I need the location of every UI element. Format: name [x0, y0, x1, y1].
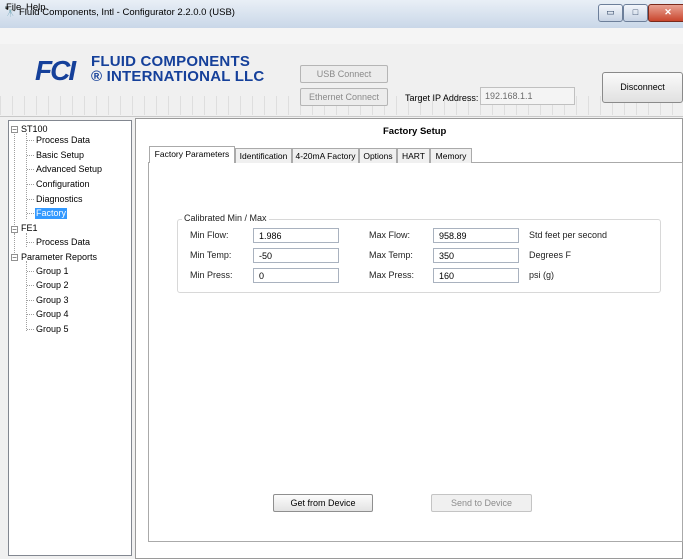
min-temp-label: Min Temp: [190, 250, 232, 260]
max-press-input[interactable] [433, 268, 519, 283]
temp-unit-label: Degrees F [529, 250, 572, 260]
tree-item-group-3[interactable]: Group 3 [36, 295, 69, 306]
tree-item-fe1[interactable]: FE1 [21, 223, 38, 234]
tree-connector [27, 169, 34, 170]
usb-connect-button[interactable]: USB Connect [300, 65, 388, 83]
tree-item-factory[interactable]: Factory [35, 208, 68, 219]
press-unit-label: psi (g) [529, 270, 555, 280]
tree-connector [27, 140, 34, 141]
max-temp-input[interactable] [433, 248, 519, 263]
tree-connector [27, 329, 34, 330]
tree-item-process-data[interactable]: Process Data [36, 135, 90, 146]
get-from-device-button[interactable]: Get from Device [273, 494, 373, 512]
target-ip-label: Target IP Address: [405, 93, 479, 103]
tree-connector [27, 184, 34, 185]
maximize-button[interactable]: □ [623, 4, 648, 22]
tab-hart[interactable]: HART [397, 148, 430, 163]
max-temp-label: Max Temp: [369, 250, 413, 260]
max-flow-label: Max Flow: [369, 230, 411, 240]
minimize-button[interactable]: ▭ [598, 4, 623, 22]
tree-connector [27, 155, 34, 156]
panel-title: Factory Setup [383, 126, 447, 137]
tree-connector [27, 285, 34, 286]
tab-4-20ma-factory[interactable]: 4-20mA Factory [292, 148, 359, 163]
connection-header: FCI FLUID COMPONENTS ® INTERNATIONAL LLC… [0, 44, 683, 117]
tree-item-st100[interactable]: ST100 [21, 124, 48, 135]
logo-text-line2: ® INTERNATIONAL LLC [91, 68, 265, 85]
collapse-toggle-icon[interactable]: − [11, 254, 18, 262]
tree-item-group-4[interactable]: Group 4 [36, 309, 69, 320]
tree-item-parameter-reports[interactable]: Parameter Reports [21, 252, 97, 263]
tree-item-configuration[interactable]: Configuration [36, 179, 90, 190]
window-title: Fluid Components, Intl - Configurator 2.… [19, 7, 235, 18]
target-ip-input[interactable] [480, 87, 575, 105]
disconnect-button[interactable]: Disconnect [602, 72, 683, 103]
tree-line [14, 131, 15, 231]
min-temp-input[interactable] [253, 248, 339, 263]
collapse-toggle-icon[interactable]: − [11, 226, 18, 234]
tree-item-fe1-process-data[interactable]: Process Data [36, 237, 90, 248]
tree-connector [27, 300, 34, 301]
min-flow-input[interactable] [253, 228, 339, 243]
tree-item-diagnostics[interactable]: Diagnostics [36, 194, 83, 205]
tree-connector [27, 199, 34, 200]
tree-item-advanced-setup[interactable]: Advanced Setup [36, 164, 102, 175]
tree-line [26, 133, 27, 219]
max-press-label: Max Press: [369, 270, 415, 280]
send-to-device-button[interactable]: Send to Device [431, 494, 532, 512]
tree-item-group-1[interactable]: Group 1 [36, 266, 69, 277]
min-press-input[interactable] [253, 268, 339, 283]
flow-unit-label: Std feet per second [529, 230, 608, 240]
menu-help[interactable]: Help [26, 2, 46, 14]
min-flow-label: Min Flow: [190, 230, 229, 240]
close-button[interactable]: ✕ [648, 4, 683, 22]
tree-connector [27, 314, 34, 315]
tab-options[interactable]: Options [359, 148, 397, 163]
navigation-tree: − ST100 Process Data Basic Setup Advance… [8, 120, 132, 556]
tree-line [26, 233, 27, 247]
tree-item-group-5[interactable]: Group 5 [36, 324, 69, 335]
tree-connector [27, 213, 34, 214]
tree-item-group-2[interactable]: Group 2 [36, 280, 69, 291]
collapse-toggle-icon[interactable]: − [11, 126, 18, 134]
tree-connector [27, 242, 34, 243]
tree-item-basic-setup[interactable]: Basic Setup [36, 150, 84, 161]
menu-file[interactable]: File [6, 2, 21, 14]
max-flow-input[interactable] [433, 228, 519, 243]
fci-logo-mark: FCI [35, 55, 76, 86]
tab-factory-parameters[interactable]: Factory Parameters [149, 146, 235, 163]
ethernet-connect-button[interactable]: Ethernet Connect [300, 88, 388, 106]
tab-identification[interactable]: Identification [235, 148, 292, 163]
tab-memory[interactable]: Memory [430, 148, 472, 163]
menu-bar [0, 28, 683, 44]
group-title: Calibrated Min / Max [182, 213, 269, 224]
tree-line [14, 233, 15, 255]
tree-connector [27, 271, 34, 272]
min-press-label: Min Press: [190, 270, 233, 280]
